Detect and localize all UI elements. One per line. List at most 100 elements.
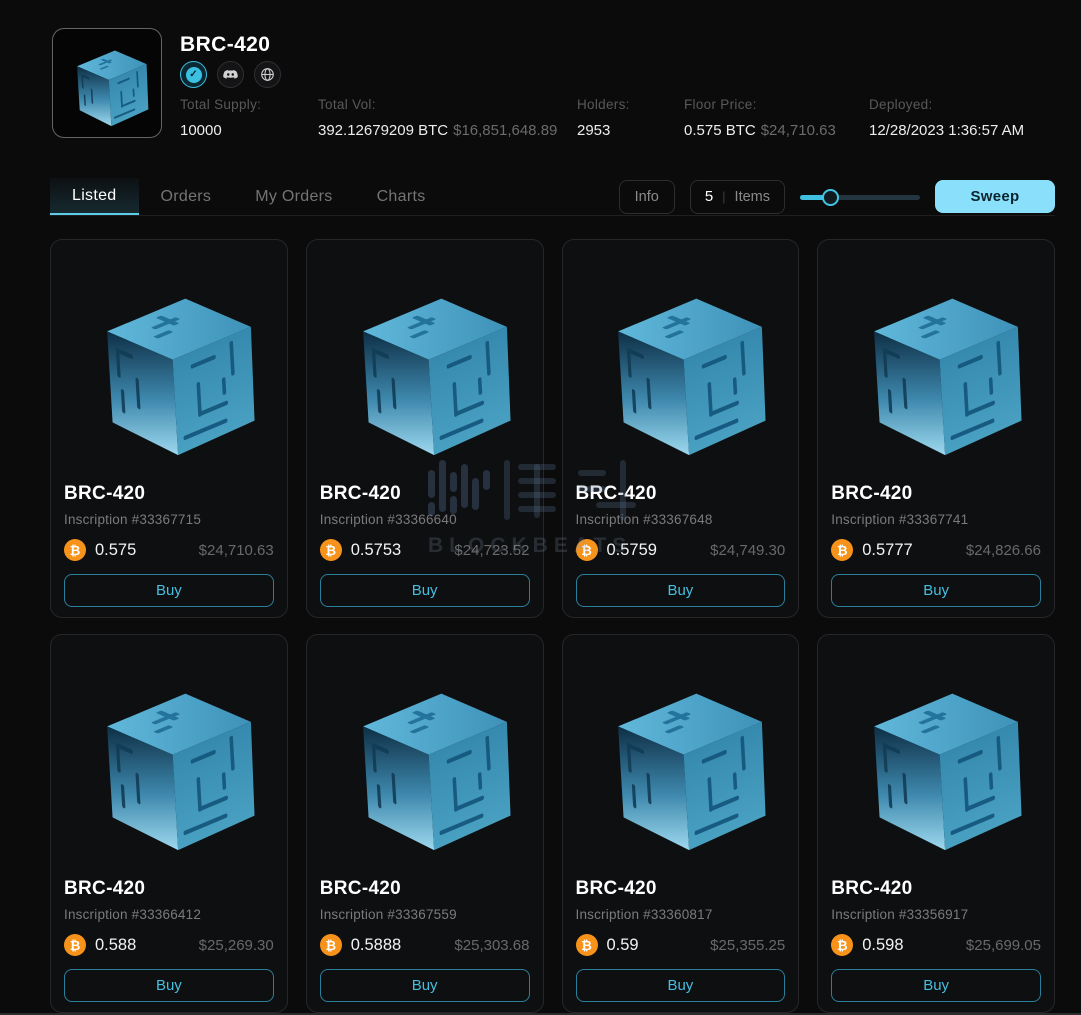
card-title: BRC-420 <box>320 483 530 505</box>
price-btc: 0.5759 <box>607 541 657 560</box>
price-btc: 0.59 <box>607 936 639 955</box>
price-usd: $25,269.30 <box>199 937 274 954</box>
stat-total-supply: Total Supply: 10000 <box>180 97 261 139</box>
items-separator: | <box>722 189 725 204</box>
card-title: BRC-420 <box>64 483 274 505</box>
card-title: BRC-420 <box>576 483 786 505</box>
bitcoin-icon: ₿ <box>320 539 342 561</box>
card-inscription: Inscription #33360817 <box>576 907 786 922</box>
listing-card: BRC-420 Inscription #33367559 ₿ 0.5888 $… <box>306 634 544 1013</box>
floor-price-btc: 0.575 BTC <box>684 122 756 139</box>
items-count-value: 5 <box>705 188 713 205</box>
price-row: ₿ 0.5753 $24,723.52 <box>320 539 530 561</box>
buy-button[interactable]: Buy <box>576 969 786 1002</box>
tab-listed[interactable]: Listed <box>50 178 139 215</box>
price-btc: 0.588 <box>95 936 136 955</box>
price-row: ₿ 0.598 $25,699.05 <box>831 934 1041 956</box>
buy-button[interactable]: Buy <box>320 574 530 607</box>
listing-card: BRC-420 Inscription #33356917 ₿ 0.598 $2… <box>817 634 1055 1013</box>
listing-card: BRC-420 Inscription #33360817 ₿ 0.59 $25… <box>562 634 800 1013</box>
price-row: ₿ 0.59 $25,355.25 <box>576 934 786 956</box>
items-slider[interactable] <box>800 180 920 214</box>
nft-cube-image[interactable] <box>576 253 786 478</box>
price-usd: $24,749.30 <box>710 542 785 559</box>
price-usd: $25,355.25 <box>710 937 785 954</box>
buy-button[interactable]: Buy <box>64 969 274 1002</box>
nft-cube-image[interactable] <box>64 648 274 873</box>
price-usd: $24,723.52 <box>454 542 529 559</box>
card-title: BRC-420 <box>64 878 274 900</box>
cube-image <box>63 39 151 127</box>
stat-total-vol: Total Vol: 392.12679209 BTC$16,851,648.8… <box>318 97 557 139</box>
price-usd: $25,303.68 <box>454 937 529 954</box>
nft-cube-image[interactable] <box>320 253 530 478</box>
stat-floor-price: Floor Price: 0.575 BTC$24,710.63 <box>684 97 836 139</box>
items-label: Items <box>735 189 770 205</box>
buy-button[interactable]: Buy <box>576 574 786 607</box>
website-globe-icon[interactable] <box>254 61 281 88</box>
listing-card: BRC-420 Inscription #33367648 ₿ 0.5759 $… <box>562 239 800 618</box>
stat-deployed: Deployed: 12/28/2023 1:36:57 AM <box>869 97 1024 139</box>
total-vol-usd: $16,851,648.89 <box>453 122 557 139</box>
buy-button[interactable]: Buy <box>64 574 274 607</box>
card-inscription: Inscription #33366412 <box>64 907 274 922</box>
buy-button[interactable]: Buy <box>831 969 1041 1002</box>
nft-cube-image[interactable] <box>64 253 274 478</box>
price-btc: 0.5753 <box>351 541 401 560</box>
total-supply-value: 10000 <box>180 122 222 139</box>
nft-cube-image[interactable] <box>320 648 530 873</box>
card-inscription: Inscription #33367741 <box>831 512 1041 527</box>
collection-title: BRC-420 <box>180 33 270 57</box>
nft-cube-image[interactable] <box>831 648 1041 873</box>
price-btc: 0.5888 <box>351 936 401 955</box>
card-inscription: Inscription #33367715 <box>64 512 274 527</box>
total-vol-btc: 392.12679209 BTC <box>318 122 448 139</box>
card-inscription: Inscription #33367648 <box>576 512 786 527</box>
tab-bar: Listed Orders My Orders Charts Info 5 | … <box>50 178 1055 216</box>
collection-thumbnail <box>52 28 162 138</box>
price-row: ₿ 0.575 $24,710.63 <box>64 539 274 561</box>
price-usd: $25,699.05 <box>966 937 1041 954</box>
card-title: BRC-420 <box>831 878 1041 900</box>
items-count-box[interactable]: 5 | Items <box>690 180 785 214</box>
floor-price-usd: $24,710.63 <box>761 122 836 139</box>
nft-cube-image[interactable] <box>576 648 786 873</box>
card-title: BRC-420 <box>320 878 530 900</box>
collection-header: BRC-420 ✓ Total Supply: 10000 Total Vol:… <box>0 0 1081 166</box>
tab-orders[interactable]: Orders <box>139 178 234 215</box>
price-row: ₿ 0.5888 $25,303.68 <box>320 934 530 956</box>
price-usd: $24,710.63 <box>199 542 274 559</box>
buy-button[interactable]: Buy <box>831 574 1041 607</box>
bitcoin-icon: ₿ <box>831 539 853 561</box>
slider-handle[interactable] <box>822 189 839 206</box>
listing-card: BRC-420 Inscription #33366412 ₿ 0.588 $2… <box>50 634 288 1013</box>
stat-holders: Holders: 2953 <box>577 97 630 139</box>
bitcoin-icon: ₿ <box>576 934 598 956</box>
list-controls: Info 5 | Items Sweep <box>619 178 1055 215</box>
bitcoin-icon: ₿ <box>576 539 598 561</box>
bitcoin-icon: ₿ <box>320 934 342 956</box>
card-title: BRC-420 <box>576 878 786 900</box>
price-btc: 0.5777 <box>862 541 912 560</box>
price-btc: 0.575 <box>95 541 136 560</box>
price-row: ₿ 0.5759 $24,749.30 <box>576 539 786 561</box>
card-title: BRC-420 <box>831 483 1041 505</box>
bitcoin-icon: ₿ <box>64 934 86 956</box>
bitcoin-icon: ₿ <box>831 934 853 956</box>
collection-links: ✓ <box>180 61 281 88</box>
sweep-button[interactable]: Sweep <box>935 180 1055 213</box>
card-inscription: Inscription #33356917 <box>831 907 1041 922</box>
listing-card: BRC-420 Inscription #33367715 ₿ 0.575 $2… <box>50 239 288 618</box>
tab-my-orders[interactable]: My Orders <box>233 178 354 215</box>
discord-icon[interactable] <box>217 61 244 88</box>
listings-grid: BRC-420 Inscription #33367715 ₿ 0.575 $2… <box>50 239 1055 1013</box>
price-row: ₿ 0.588 $25,269.30 <box>64 934 274 956</box>
tab-charts[interactable]: Charts <box>355 178 448 215</box>
info-button[interactable]: Info <box>619 180 675 214</box>
price-usd: $24,826.66 <box>966 542 1041 559</box>
deployed-value: 12/28/2023 1:36:57 AM <box>869 122 1024 139</box>
bitcoin-icon: ₿ <box>64 539 86 561</box>
nft-cube-image[interactable] <box>831 253 1041 478</box>
buy-button[interactable]: Buy <box>320 969 530 1002</box>
verified-badge-icon: ✓ <box>180 61 207 88</box>
